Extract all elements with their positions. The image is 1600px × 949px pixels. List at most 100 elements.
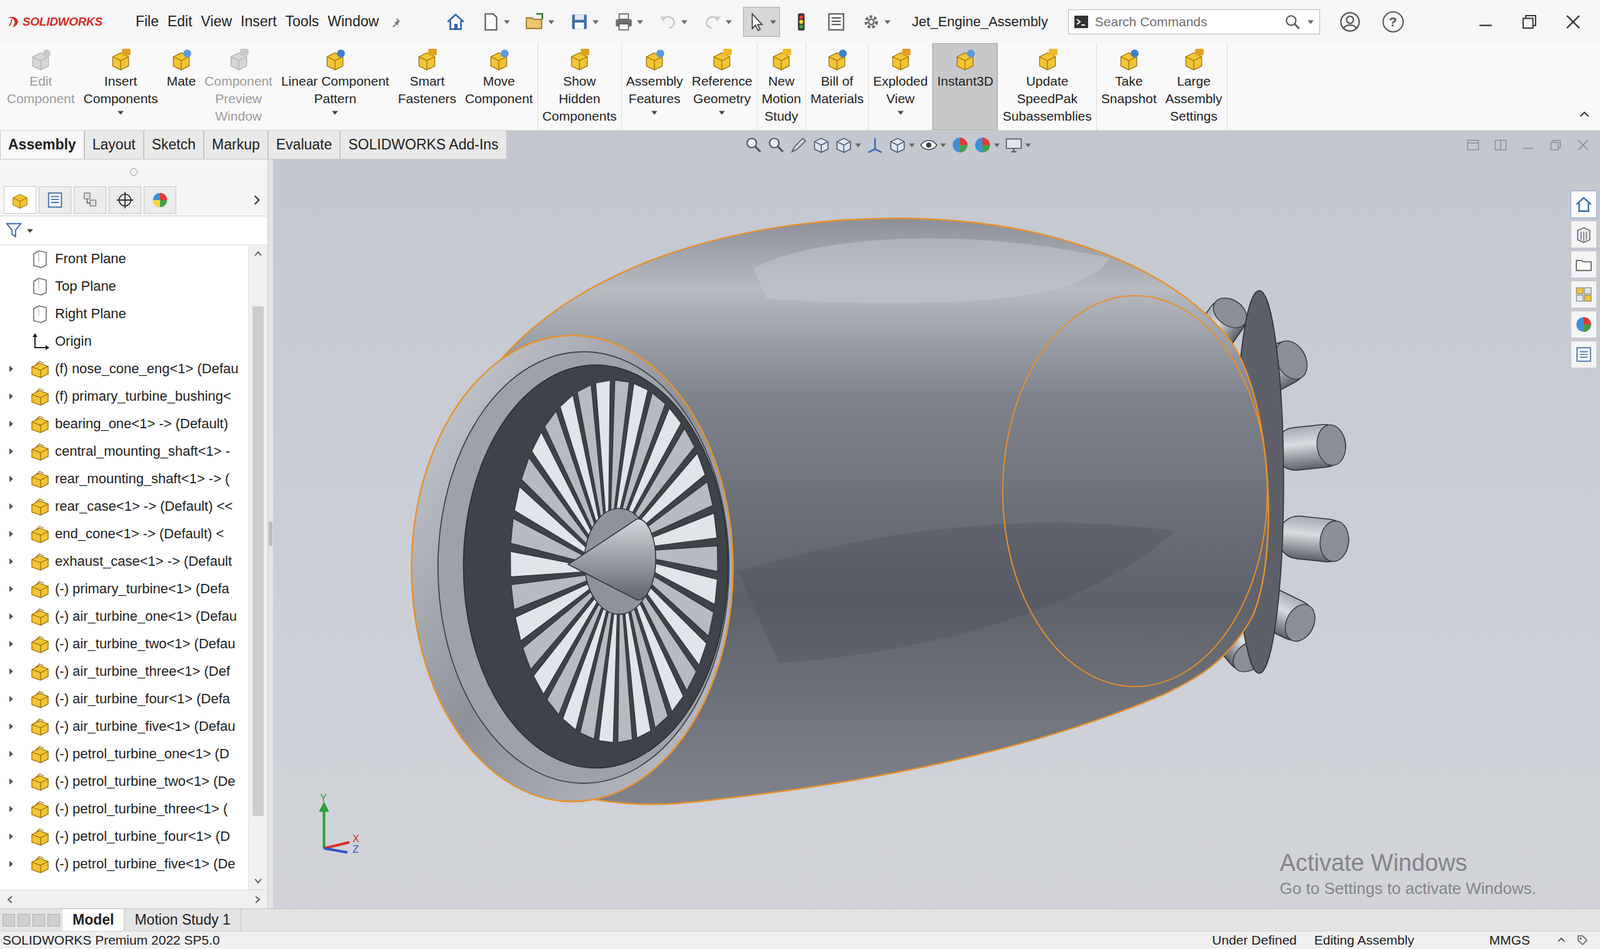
quick-access-button[interactable]	[654, 6, 692, 37]
dropdown-icon[interactable]	[503, 18, 511, 26]
nose-cone[interactable]	[568, 518, 656, 600]
fan-blades[interactable]	[510, 380, 718, 743]
configuration-manager-tab[interactable]	[73, 186, 107, 214]
tree-item[interactable]: (-) air_turbine_four<1> (Defa	[0, 685, 249, 713]
quick-access-button[interactable]	[857, 6, 895, 37]
task-pane-tab[interactable]	[1570, 280, 1597, 309]
view-tool-button[interactable]	[888, 135, 916, 155]
task-pane-tab[interactable]	[1570, 340, 1597, 369]
scroll-up-icon[interactable]	[251, 247, 265, 260]
menu-item[interactable]: Edit	[163, 13, 197, 30]
minimize-icon[interactable]	[1475, 11, 1497, 33]
command-tab[interactable]: Evaluate	[268, 130, 341, 160]
ribbon-button[interactable]: Linear ComponentPattern	[276, 43, 394, 130]
expand-icon[interactable]	[7, 502, 15, 510]
expand-icon[interactable]	[7, 392, 15, 400]
tree-item[interactable]: exhaust_case<1> -> (Default	[0, 547, 249, 575]
scroll-left-icon[interactable]	[3, 893, 17, 906]
command-tab[interactable]: Assembly	[0, 130, 85, 160]
ribbon-button[interactable]: ReferenceGeometry	[687, 43, 757, 130]
tree-item[interactable]: bearing_one<1> -> (Default)	[0, 410, 249, 438]
user-icon[interactable]	[1338, 10, 1362, 34]
help-button[interactable]: ?	[1382, 11, 1404, 33]
tree-item[interactable]: (-) petrol_turbine_four<1> (D	[0, 822, 249, 850]
dropdown-icon[interactable]	[896, 108, 905, 117]
dropdown-icon[interactable]	[680, 18, 689, 26]
command-tab[interactable]: SOLIDWORKS Add-Ins	[340, 130, 507, 160]
restore-icon[interactable]	[1547, 136, 1564, 154]
dropdown-icon[interactable]	[26, 226, 34, 235]
expand-icon[interactable]	[7, 530, 15, 538]
tree-item[interactable]: central_mounting_shaft<1> -	[0, 437, 249, 465]
dropdown-icon[interactable]	[883, 18, 892, 26]
bottom-tab[interactable]: Model	[62, 908, 125, 931]
dropdown-icon[interactable]	[650, 108, 659, 117]
view-tool-button[interactable]	[789, 135, 809, 155]
view-tool-button[interactable]	[973, 135, 1001, 155]
expand-icon[interactable]	[7, 612, 15, 620]
more-tabs-icon[interactable]	[250, 193, 264, 207]
close-icon[interactable]	[1562, 11, 1584, 33]
scroll-right-icon[interactable]	[251, 893, 264, 906]
expand-icon[interactable]	[7, 860, 15, 868]
tree-item[interactable]: end_cone<1> -> (Default) <	[0, 520, 249, 548]
expand-icon[interactable]	[7, 832, 15, 840]
quick-access-button[interactable]	[698, 6, 736, 37]
dropdown-icon[interactable]	[725, 18, 733, 26]
expand-icon[interactable]	[7, 667, 15, 675]
dropdown-icon[interactable]	[939, 141, 947, 149]
ribbon-button[interactable]: Bill ofMaterials	[806, 43, 869, 130]
collapse-ribbon-icon[interactable]	[1577, 107, 1592, 122]
command-tab[interactable]: Sketch	[143, 130, 204, 160]
tree-item[interactable]: (-) air_turbine_two<1> (Defau	[0, 630, 249, 658]
expand-icon[interactable]	[7, 447, 15, 455]
quick-access-button[interactable]	[565, 6, 603, 37]
view-tool-button[interactable]	[919, 135, 947, 155]
ribbon-button[interactable]: UpdateSpeedPakSubassemblies	[998, 43, 1096, 130]
task-pane-tab[interactable]	[1570, 220, 1597, 249]
dropdown-icon[interactable]	[769, 18, 777, 26]
restore-icon[interactable]	[1518, 11, 1540, 33]
ribbon-button[interactable]: ShowHiddenComponents	[538, 43, 622, 130]
feature-manager-tab[interactable]	[3, 186, 37, 214]
tree-filter[interactable]	[0, 216, 268, 245]
expand-icon[interactable]	[7, 365, 15, 373]
menu-item[interactable]: Tools	[281, 13, 324, 30]
engine-model[interactable]: YXZ	[273, 159, 1568, 909]
tree-item[interactable]: Top Plane	[0, 272, 249, 300]
tag-icon[interactable]	[1576, 933, 1589, 947]
tab-scroll-button[interactable]	[32, 913, 45, 927]
graphics-area[interactable]: YXZActivate WindowsGo to Settings to act…	[273, 159, 1568, 909]
view-tool-button[interactable]	[1004, 135, 1032, 155]
minimize-icon[interactable]	[1520, 136, 1537, 154]
dimxpert-tab[interactable]	[108, 186, 142, 214]
quick-access-button[interactable]	[521, 6, 559, 37]
task-pane-tab[interactable]	[1570, 250, 1597, 279]
expand-icon[interactable]	[7, 722, 15, 730]
dropdown-icon[interactable]	[718, 108, 726, 117]
expand-icon[interactable]	[7, 585, 15, 593]
expand-icon[interactable]	[7, 777, 15, 785]
horizontal-scrollbar[interactable]	[0, 889, 268, 909]
view-tool-button[interactable]	[811, 135, 831, 155]
expand-icon[interactable]	[7, 750, 15, 758]
expand-icon[interactable]	[7, 640, 15, 648]
intake[interactable]	[411, 335, 733, 802]
split-icon[interactable]	[1492, 136, 1509, 154]
tab-scroll-button[interactable]	[17, 913, 30, 927]
ribbon-button[interactable]: Mate	[162, 43, 201, 130]
dropdown-icon[interactable]	[331, 108, 339, 117]
menu-item[interactable]: Window	[323, 13, 384, 30]
nacelle[interactable]	[493, 218, 1269, 804]
view-tool-button[interactable]	[834, 135, 862, 155]
quick-access-button[interactable]	[787, 6, 815, 37]
view-tool-button[interactable]	[950, 135, 970, 155]
quick-access-button[interactable]	[476, 6, 514, 37]
ribbon-button[interactable]: ComponentPreviewWindow	[200, 43, 277, 130]
view-tool-button[interactable]	[766, 135, 786, 155]
task-pane-tab[interactable]	[1570, 310, 1597, 339]
dropdown-icon[interactable]	[908, 141, 916, 149]
expand-icon[interactable]	[7, 695, 15, 703]
bottom-tab[interactable]: Motion Study 1	[124, 908, 241, 931]
tree-item[interactable]: (-) air_turbine_one<1> (Defau	[0, 602, 249, 630]
